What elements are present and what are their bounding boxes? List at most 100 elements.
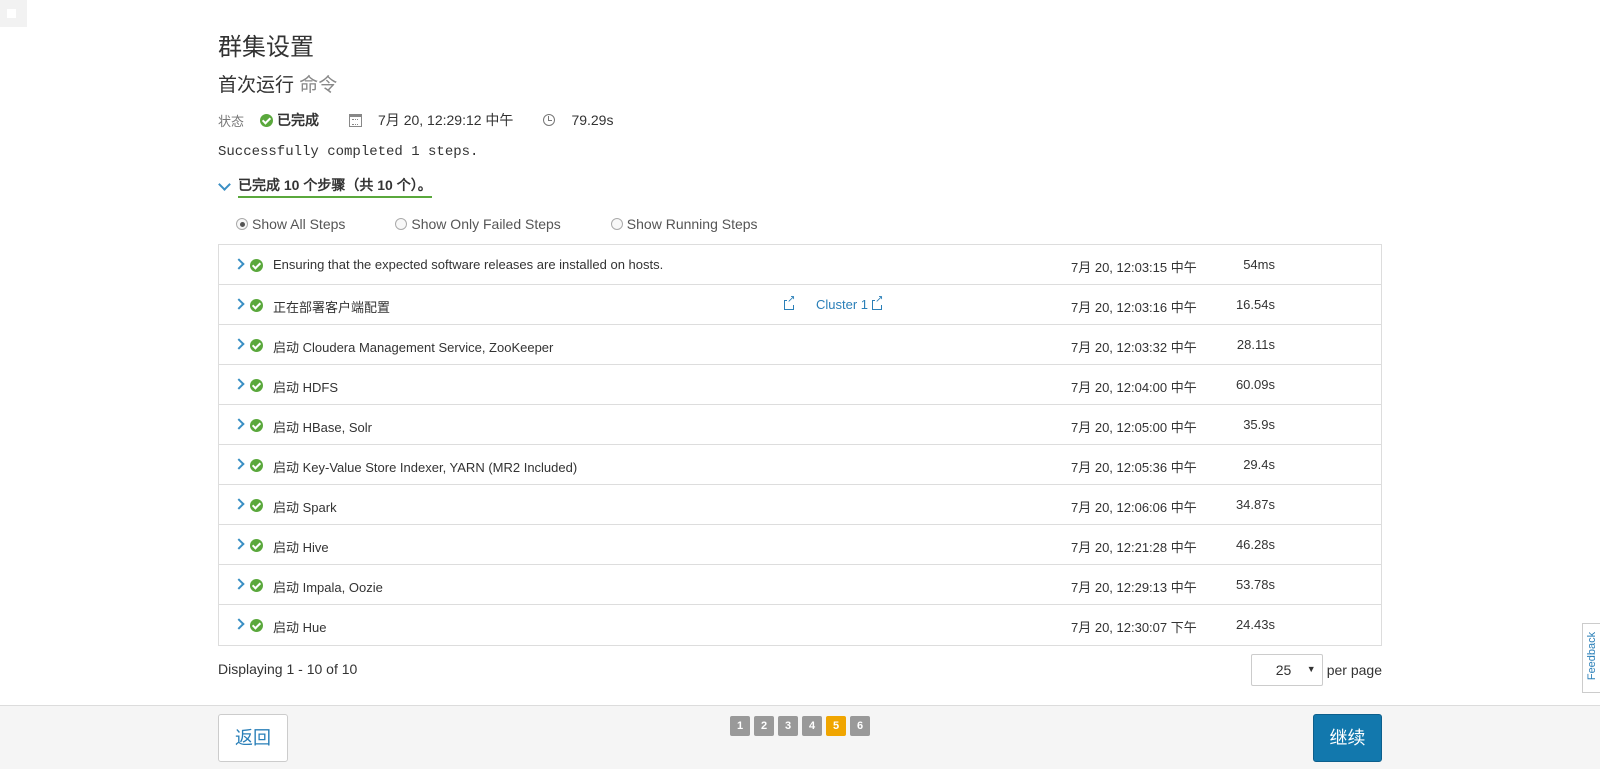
- per-page-control: 25 ▼ per page: [1250, 654, 1382, 686]
- radio-button[interactable]: [236, 218, 248, 230]
- subtitle-muted: 命令: [299, 75, 338, 96]
- cluster-link[interactable]: Cluster 1: [780, 294, 886, 312]
- check-circle-icon: [250, 339, 263, 352]
- feedback-tab[interactable]: Feedback: [1582, 623, 1600, 693]
- filter-label: Show Running Steps: [626, 216, 758, 232]
- per-page-label: per page: [1326, 662, 1382, 678]
- step-name: 启动 Spark: [273, 500, 337, 515]
- step-name: 启动 Key-Value Store Indexer, YARN (MR2 In…: [273, 460, 578, 475]
- chevron-right-icon[interactable]: [233, 498, 245, 510]
- step-name: 启动 Impala, Oozie: [273, 580, 383, 595]
- table-row[interactable]: 启动 HBase, Solr 7月 20, 12:05:00 中午 35.9s: [219, 405, 1381, 445]
- step-time: 7月 20, 12:04:00 中午: [1071, 380, 1197, 395]
- per-page-value: 25: [1275, 662, 1292, 678]
- page-title: 群集设置: [218, 34, 314, 61]
- chevron-right-icon[interactable]: [233, 458, 245, 470]
- table-row[interactable]: 启动 Spark 7月 20, 12:06:06 中午 34.87s: [219, 485, 1381, 525]
- step-duration: 60.09s: [1235, 377, 1275, 392]
- step-name: 启动 HBase, Solr: [273, 420, 372, 435]
- wizard-step: 1: [730, 716, 750, 736]
- status-label: 状态: [218, 113, 245, 129]
- chevron-right-icon[interactable]: [233, 618, 245, 630]
- step-time: 7月 20, 12:21:28 中午: [1071, 540, 1197, 555]
- status-row: 状态 已完成 7月 20, 12:29:12 中午 79.29s: [218, 110, 613, 130]
- chevron-right-icon[interactable]: [233, 298, 245, 310]
- step-duration: 46.28s: [1235, 537, 1275, 552]
- displaying-count: Displaying 1 - 10 of 10: [218, 661, 358, 677]
- step-time: 7月 20, 12:05:00 中午: [1071, 420, 1197, 435]
- steps-table: Ensuring that the expected software rele…: [218, 244, 1382, 646]
- dropdown-arrow-icon: ▼: [1306, 664, 1316, 674]
- page-subtitle: 首次运行 命令: [218, 70, 337, 97]
- steps-summary-toggle[interactable]: 已完成 10 个步骤（共 10 个）。: [218, 175, 432, 198]
- cluster-link-label[interactable]: Cluster 1: [816, 297, 868, 312]
- step-time: 7月 20, 12:06:06 中午: [1071, 500, 1197, 515]
- chevron-down-icon: [218, 178, 231, 191]
- check-circle-icon: [250, 499, 263, 512]
- step-name: 启动 Cloudera Management Service, ZooKeepe…: [273, 340, 554, 355]
- step-name: Ensuring that the expected software rele…: [273, 257, 664, 272]
- table-row[interactable]: Ensuring that the expected software rele…: [219, 245, 1381, 285]
- check-circle-icon: [250, 419, 263, 432]
- calendar-icon: [349, 113, 363, 127]
- step-time: 7月 20, 12:03:15 中午: [1071, 260, 1197, 275]
- table-row[interactable]: 正在部署客户端配置 Cluster 1 7月 20, 12:03:16 中午 1…: [219, 285, 1381, 325]
- wizard-step-indicator: 1 2 3 4 5 6: [730, 716, 874, 736]
- step-filter-group: Show All Steps Show Only Failed Steps Sh…: [236, 216, 808, 232]
- chevron-right-icon[interactable]: [233, 418, 245, 430]
- check-circle-icon: [250, 579, 263, 592]
- step-time: 7月 20, 12:05:36 中午: [1071, 460, 1197, 475]
- filter-show-running[interactable]: Show Running Steps: [610, 216, 758, 232]
- subtitle-main: 首次运行: [218, 75, 295, 96]
- wizard-step: 4: [802, 716, 822, 736]
- clock-icon: [543, 114, 556, 126]
- chevron-right-icon[interactable]: [233, 378, 245, 390]
- check-circle-icon: [250, 299, 263, 312]
- feedback-label[interactable]: Feedback: [1586, 624, 1598, 688]
- step-duration: 16.54s: [1235, 297, 1275, 312]
- chevron-right-icon[interactable]: [233, 538, 245, 550]
- table-row[interactable]: 启动 HDFS 7月 20, 12:04:00 中午 60.09s: [219, 365, 1381, 405]
- check-circle-icon: [250, 379, 263, 392]
- status-duration: 79.29s: [571, 112, 614, 128]
- step-duration: 34.87s: [1235, 497, 1275, 512]
- chevron-right-icon[interactable]: [233, 578, 245, 590]
- status-value: 已完成: [277, 112, 320, 128]
- filter-show-failed[interactable]: Show Only Failed Steps: [395, 216, 561, 232]
- wizard-step-active: 5: [826, 716, 846, 736]
- external-link-icon[interactable]: [872, 294, 884, 310]
- external-link-icon[interactable]: [784, 294, 796, 310]
- step-duration: 53.78s: [1235, 577, 1275, 592]
- result-message: Successfully completed 1 steps.: [218, 144, 479, 160]
- check-circle-icon: [250, 259, 263, 272]
- radio-button[interactable]: [610, 218, 623, 230]
- filter-label: Show Only Failed Steps: [411, 216, 561, 232]
- radio-button[interactable]: [395, 218, 408, 230]
- check-circle-icon: [250, 459, 263, 472]
- table-row[interactable]: 启动 Hive 7月 20, 12:21:28 中午 46.28s: [219, 525, 1381, 565]
- table-row[interactable]: 启动 Key-Value Store Indexer, YARN (MR2 In…: [219, 445, 1381, 485]
- chevron-right-icon[interactable]: [233, 258, 245, 270]
- per-page-select[interactable]: 25 ▼: [1250, 654, 1323, 686]
- check-circle-icon: [250, 619, 263, 632]
- step-name: 正在部署客户端配置: [273, 300, 391, 315]
- step-name: 启动 Hue: [273, 620, 327, 635]
- table-row[interactable]: 启动 Impala, Oozie 7月 20, 12:29:13 中午 53.7…: [219, 565, 1381, 605]
- table-row[interactable]: 启动 Hue 7月 20, 12:30:07 下午 24.43s: [219, 605, 1381, 645]
- wizard-footer: 返回 1 2 3 4 5 6 继续: [0, 705, 1600, 769]
- chevron-right-icon[interactable]: [233, 338, 245, 350]
- step-duration: 54ms: [1243, 257, 1275, 272]
- step-time: 7月 20, 12:03:16 中午: [1071, 300, 1197, 315]
- step-time: 7月 20, 12:03:32 中午: [1071, 340, 1197, 355]
- filter-show-all[interactable]: Show All Steps: [236, 216, 345, 232]
- step-time: 7月 20, 12:30:07 下午: [1071, 620, 1197, 635]
- back-button[interactable]: 返回: [218, 714, 288, 762]
- step-duration: 24.43s: [1235, 617, 1275, 632]
- status-datetime: 7月 20, 12:29:12 中午: [378, 112, 514, 128]
- wizard-step: 2: [754, 716, 774, 736]
- check-circle-icon: [260, 113, 274, 127]
- table-row[interactable]: 启动 Cloudera Management Service, ZooKeepe…: [219, 325, 1381, 365]
- continue-button[interactable]: 继续: [1313, 714, 1382, 762]
- step-duration: 28.11s: [1236, 337, 1275, 352]
- steps-summary-text: 已完成 10 个步骤（共 10 个）。: [238, 175, 432, 198]
